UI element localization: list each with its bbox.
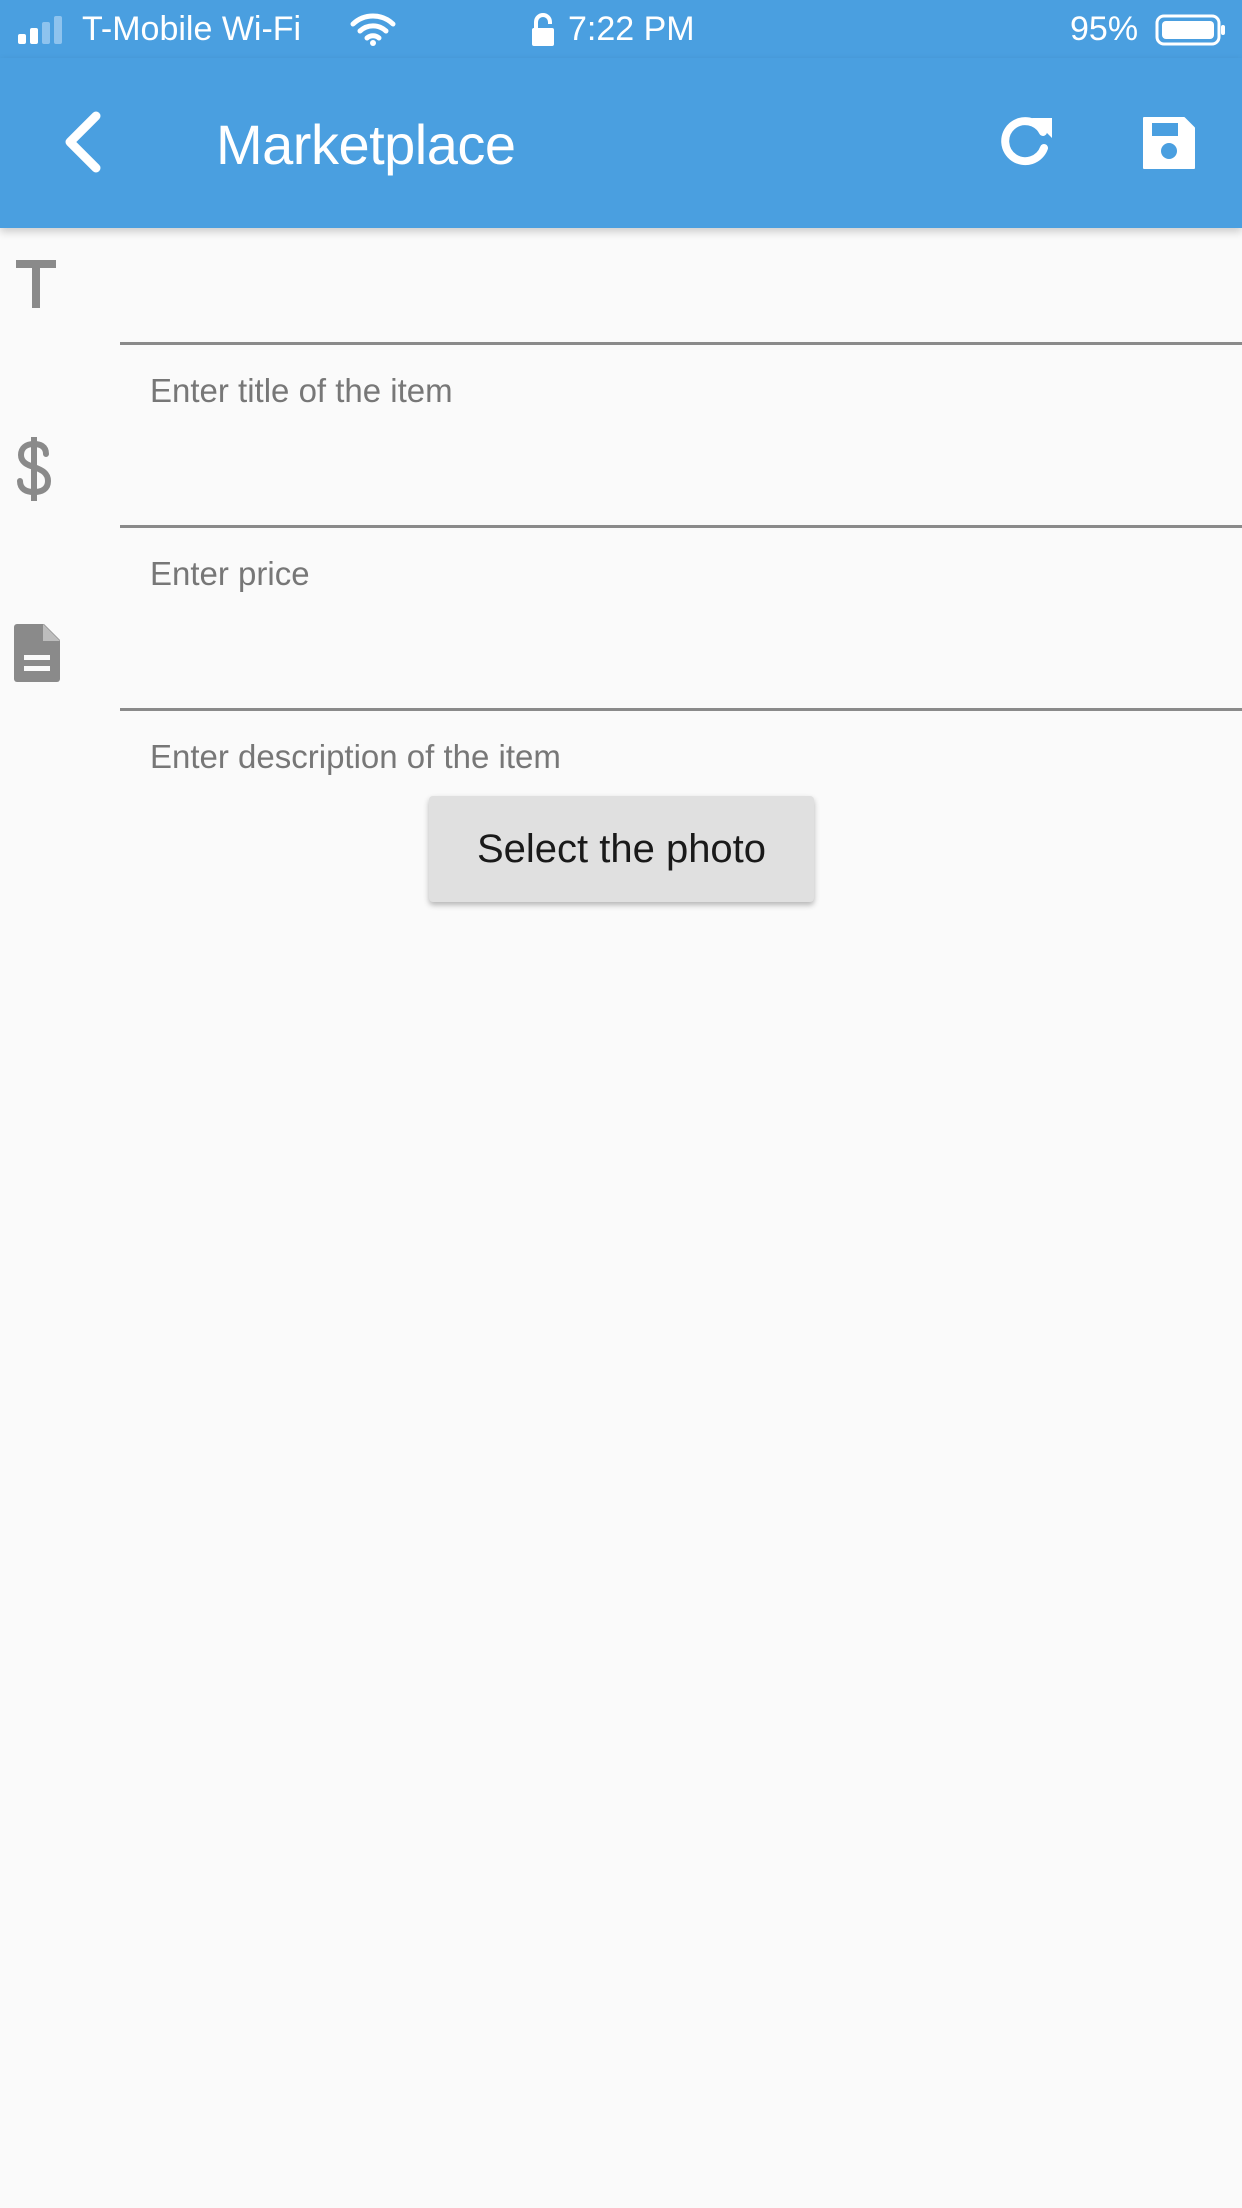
app-bar: Marketplace (0, 58, 1242, 228)
floppy-disk-icon (1143, 117, 1195, 169)
clock-label: 7:22 PM (568, 10, 695, 48)
description-input[interactable] (150, 634, 1214, 706)
battery-icon (1155, 14, 1227, 55)
battery-label: 95% (1070, 10, 1139, 48)
back-button[interactable] (56, 110, 112, 179)
refresh-button[interactable] (996, 110, 1056, 175)
text-t-icon (14, 258, 58, 315)
price-field-underline (120, 525, 1242, 528)
status-bar: T-Mobile Wi-Fi 7:22 PM 95% (0, 0, 1242, 58)
description-field-underline (120, 708, 1242, 711)
save-button[interactable] (1140, 114, 1198, 177)
select-photo-button[interactable]: Select the photo (429, 796, 814, 902)
title-input[interactable] (150, 268, 1214, 340)
document-icon (12, 622, 62, 689)
refresh-icon (1001, 117, 1052, 166)
title-field-underline (120, 342, 1242, 345)
price-hint: Enter price (150, 555, 310, 592)
dollar-icon (14, 436, 54, 507)
description-hint: Enter description of the item (150, 738, 561, 775)
carrier-label: T-Mobile Wi-Fi (82, 10, 302, 48)
price-input[interactable] (150, 451, 1214, 523)
wifi-icon (350, 12, 396, 55)
title-hint: Enter title of the item (150, 372, 453, 409)
chevron-left-icon (65, 111, 101, 173)
page-title: Marketplace (216, 113, 516, 176)
signal-icon (16, 14, 70, 53)
lock-icon (530, 12, 556, 57)
